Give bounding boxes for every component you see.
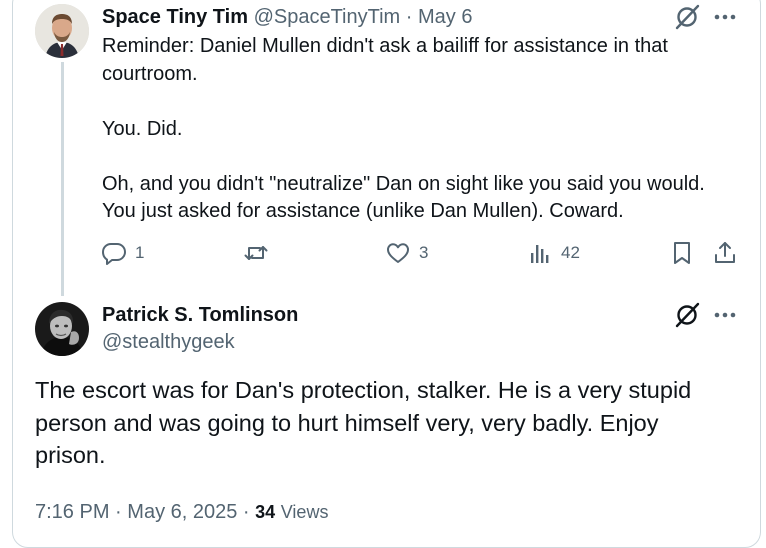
reply-body-text: Reminder: Daniel Mullen didn't ask a bai… bbox=[102, 35, 705, 222]
separator-dot: · bbox=[405, 6, 413, 28]
like-count: 3 bbox=[419, 243, 429, 262]
tweet-date[interactable]: May 6, 2025 bbox=[127, 501, 237, 523]
share-button[interactable] bbox=[712, 240, 738, 266]
reply-avatar[interactable] bbox=[35, 4, 89, 58]
views-label: Views bbox=[280, 502, 329, 522]
share-icon bbox=[715, 242, 735, 263]
more-icon[interactable] bbox=[711, 301, 739, 329]
tweet-meta: 7:16 PM · May 6, 2025 · 34 Views bbox=[35, 498, 328, 526]
grok-icon[interactable] bbox=[673, 301, 701, 329]
main-avatar[interactable] bbox=[35, 302, 89, 356]
reply-button[interactable]: 1 bbox=[101, 240, 144, 266]
views-icon bbox=[531, 245, 549, 263]
retweet-icon bbox=[244, 246, 268, 260]
main-handle[interactable]: @stealthygeek bbox=[102, 329, 235, 355]
reply-header: Space Tiny Tim @SpaceTinyTim · May 6 bbox=[102, 5, 472, 29]
retweet-button[interactable] bbox=[243, 240, 277, 266]
reply-date[interactable]: May 6 bbox=[418, 6, 472, 28]
reply-handle[interactable]: @SpaceTinyTim bbox=[254, 6, 401, 28]
main-display-name[interactable]: Patrick S. Tomlinson bbox=[102, 302, 298, 328]
reply-action-bar: 1 3 42 bbox=[0, 240, 766, 274]
separator-dot: · bbox=[242, 501, 250, 523]
views-count: 42 bbox=[561, 243, 580, 262]
views-count: 34 bbox=[255, 502, 276, 522]
tweet-time[interactable]: 7:16 PM bbox=[35, 501, 109, 523]
grok-icon[interactable] bbox=[673, 3, 701, 31]
like-button[interactable]: 3 bbox=[385, 240, 428, 266]
more-icon[interactable] bbox=[711, 3, 739, 31]
like-icon bbox=[387, 243, 409, 263]
reply-icon bbox=[102, 243, 126, 265]
main-body-text: The escort was for Dan's protection, sta… bbox=[35, 377, 692, 468]
separator-dot: · bbox=[115, 501, 122, 523]
reply-display-name[interactable]: Space Tiny Tim bbox=[102, 6, 248, 28]
reply-count: 1 bbox=[135, 243, 145, 262]
bookmark-button[interactable] bbox=[669, 240, 695, 266]
views-button[interactable]: 42 bbox=[527, 240, 580, 266]
bookmark-icon bbox=[674, 242, 690, 264]
